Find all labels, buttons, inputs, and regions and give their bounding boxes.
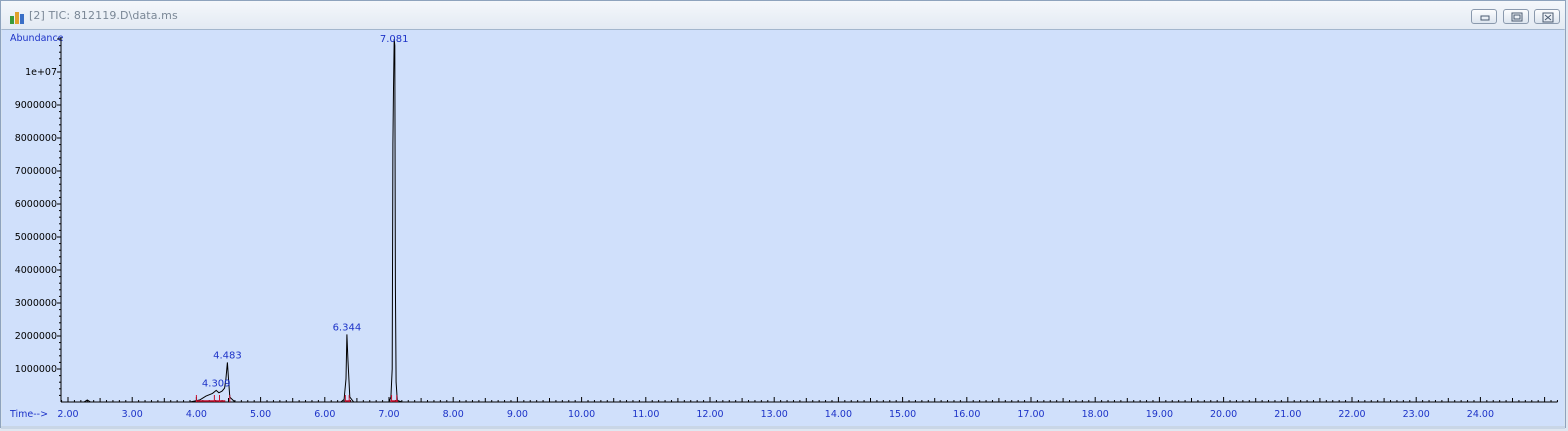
tic-trace-line: [61, 38, 1558, 403]
x-tick-label: 10.00: [568, 409, 595, 420]
x-tick-label: 2.00: [57, 409, 78, 420]
x-tick-label: 19.00: [1146, 409, 1173, 420]
x-tick-label: 8.00: [443, 409, 464, 420]
x-tick-label: 6.00: [314, 409, 335, 420]
y-tick-label: 5000000: [15, 232, 57, 243]
chart-plot-area[interactable]: Abundance Time--> 2.00 3.00 4.00 5.00 6.00 7.…: [2, 29, 1564, 427]
restore-icon: [1511, 12, 1523, 22]
x-tick-label: 16.00: [953, 409, 980, 420]
y-axis-label: Abundance: [10, 33, 64, 44]
x-tick-label: 4.00: [186, 409, 207, 420]
y-tick-label: 6000000: [15, 199, 57, 210]
x-tick-label: 13.00: [761, 409, 788, 420]
title-bar[interactable]: [2] TIC: 812119.D\data.ms: [1, 1, 1565, 30]
x-tick-label: 14.00: [825, 409, 852, 420]
close-icon: [1542, 12, 1554, 23]
x-tick-label: 12.00: [696, 409, 723, 420]
chromatogram-window: [2] TIC: 812119.D\data.ms Abundance Time…: [0, 0, 1566, 429]
maximize-button[interactable]: [1503, 9, 1529, 24]
x-tick-label: 7.00: [378, 409, 399, 420]
minimize-icon: [1480, 15, 1490, 21]
peak-label: 4.309: [202, 378, 231, 389]
chromatogram-app-icon: [10, 9, 24, 24]
window-title: [2] TIC: 812119.D\data.ms: [29, 9, 178, 22]
peak-label: 7.081: [380, 34, 409, 45]
x-tick-label: 20.00: [1210, 409, 1237, 420]
x-tick-label: 9.00: [507, 409, 528, 420]
tic-chromatogram-chart: Abundance Time--> 2.00 3.00 4.00 5.00 6.00 7.…: [9, 33, 1558, 420]
y-tick-label: 1000000: [15, 364, 57, 375]
x-tick-label: 21.00: [1274, 409, 1301, 420]
x-tick-label: 22.00: [1338, 409, 1365, 420]
y-tick-label: 9000000: [15, 100, 57, 111]
x-tick-label: 17.00: [1017, 409, 1044, 420]
y-tick-label: 7000000: [15, 166, 57, 177]
status-strip: [1, 426, 1565, 429]
x-tick-label: 5.00: [250, 409, 271, 420]
close-button[interactable]: [1534, 9, 1560, 24]
y-tick-label: 2000000: [15, 331, 57, 342]
x-tick-label: 3.00: [122, 409, 143, 420]
peak-label: 6.344: [333, 322, 362, 333]
y-tick-label: 8000000: [15, 133, 57, 144]
minimize-button[interactable]: [1471, 9, 1497, 24]
x-tick-label: 11.00: [632, 409, 659, 420]
x-axis-label: Time-->: [9, 409, 48, 420]
y-tick-label: 4000000: [15, 265, 57, 276]
x-tick-label: 18.00: [1082, 409, 1109, 420]
x-tick-label: 24.00: [1467, 409, 1494, 420]
y-tick-label: 3000000: [15, 298, 57, 309]
x-tick-label: 23.00: [1403, 409, 1430, 420]
x-tick-label: 15.00: [889, 409, 916, 420]
y-tick-label: 1e+07: [25, 67, 57, 78]
peak-label: 4.483: [213, 350, 242, 361]
